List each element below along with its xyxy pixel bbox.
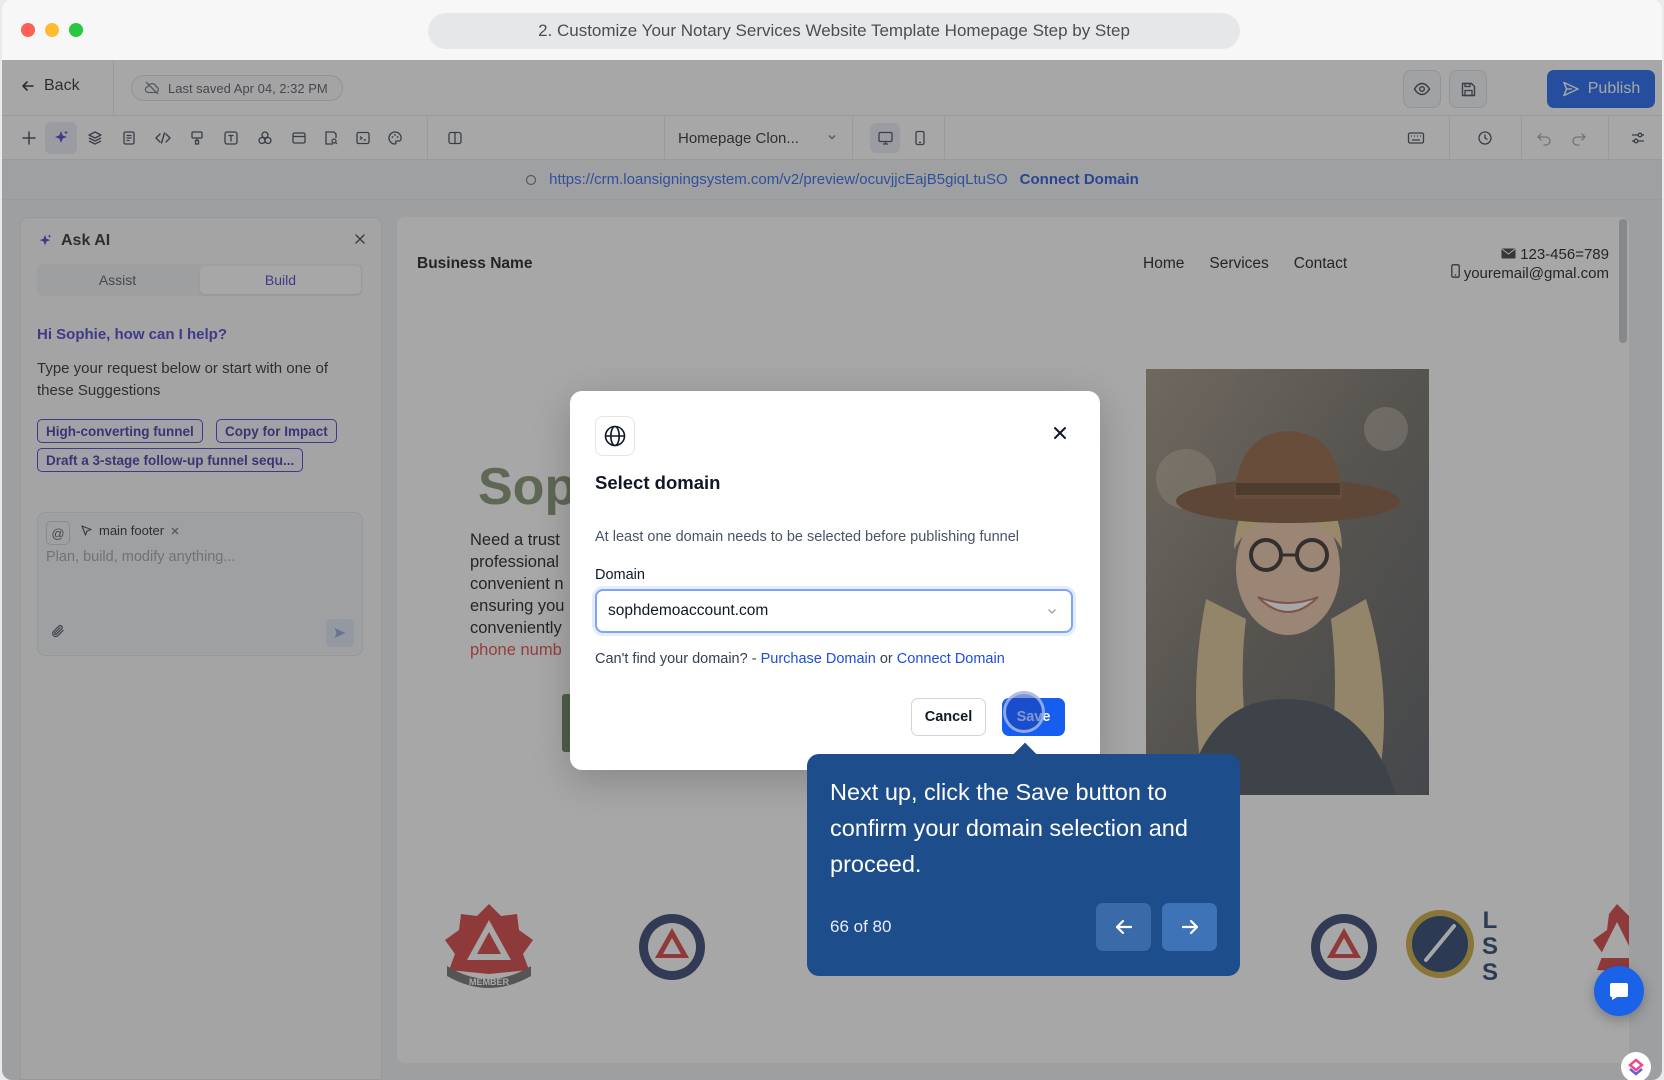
zoom-window-button[interactable] <box>69 23 83 37</box>
tooltip-next-button[interactable] <box>1162 903 1217 951</box>
arrow-right-icon <box>1181 919 1198 935</box>
domain-select[interactable]: sophdemoaccount.com <box>595 589 1073 633</box>
window-title: 2. Customize Your Notary Services Websit… <box>428 13 1240 49</box>
app-window: 2. Customize Your Notary Services Websit… <box>2 0 1662 1080</box>
brand-logo <box>1621 1052 1651 1080</box>
domain-select-value: sophdemoaccount.com <box>608 602 769 619</box>
purchase-domain-link[interactable]: Purchase Domain <box>761 651 876 667</box>
globe-icon-container <box>595 416 635 456</box>
domain-help-text: Can't find your domain? - Purchase Domai… <box>595 651 1005 667</box>
brand-logo-icon <box>1628 1058 1644 1076</box>
chat-widget-button[interactable] <box>1594 966 1644 1016</box>
title-bar: 2. Customize Your Notary Services Websit… <box>2 0 1662 60</box>
globe-icon <box>604 425 626 447</box>
guide-tooltip: Next up, click the Save button to confir… <box>807 754 1240 976</box>
tooltip-text: Next up, click the Save button to confir… <box>830 779 1188 877</box>
close-window-button[interactable] <box>21 23 35 37</box>
close-icon[interactable] <box>1052 425 1068 441</box>
arrow-left-icon <box>1115 919 1132 935</box>
tooltip-prev-button[interactable] <box>1096 903 1151 951</box>
chat-bubble-icon <box>1610 983 1628 1000</box>
modal-title: Select domain <box>595 472 721 493</box>
modal-description: At least one domain needs to be selected… <box>595 529 1020 545</box>
domain-label: Domain <box>595 567 645 583</box>
minimize-window-button[interactable] <box>45 23 59 37</box>
chevron-down-icon <box>1048 609 1056 614</box>
tooltip-step-counter: 66 of 80 <box>830 917 892 936</box>
connect-domain-link[interactable]: Connect Domain <box>897 651 1005 667</box>
click-indicator <box>1003 691 1045 733</box>
cancel-button[interactable]: Cancel <box>911 698 986 736</box>
